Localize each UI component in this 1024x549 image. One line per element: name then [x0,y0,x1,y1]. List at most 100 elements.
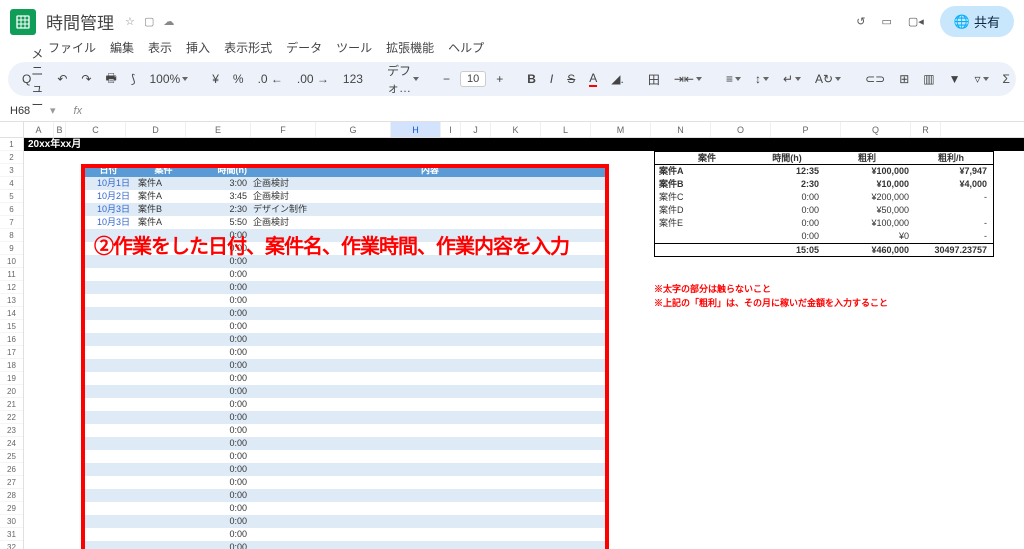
cell-project[interactable]: 案件A [136,190,191,203]
column-header-J[interactable]: J [461,122,491,137]
table-row[interactable]: 0:00 [81,281,609,294]
summary-row[interactable]: 案件B2:30¥10,000¥4,000 [655,178,993,191]
menu-view[interactable]: 表示 [148,39,172,56]
row-header-20[interactable]: 20 [0,385,23,398]
sum-cell-ph[interactable]: - [915,230,993,243]
row-header-18[interactable]: 18 [0,359,23,372]
table-row[interactable]: 0:00 [81,515,609,528]
cell-date[interactable] [81,268,136,281]
cell-date[interactable]: 10月3日 [81,216,136,229]
row-header-5[interactable]: 5 [0,190,23,203]
row-header-13[interactable]: 13 [0,294,23,307]
cell-content[interactable]: 企画検討 [251,216,609,229]
column-header-Q[interactable]: Q [841,122,911,137]
cell-date[interactable] [81,320,136,333]
table-row[interactable]: 0:00 [81,476,609,489]
link-button[interactable]: ⊂⊃ [861,72,889,86]
table-row[interactable]: 0:00 [81,346,609,359]
folder-icon[interactable]: ▢ [144,16,154,28]
cell-date[interactable] [81,385,136,398]
cell-time[interactable]: 0:00 [191,294,251,307]
more-formats[interactable]: 123 [339,72,367,86]
column-header-D[interactable]: D [126,122,186,137]
cell-project[interactable] [136,333,191,346]
cell-content[interactable] [251,476,609,489]
undo-button[interactable]: ↶ [53,72,71,86]
sum-cell-profit[interactable]: ¥50,000 [825,204,915,217]
table-row[interactable]: 0:00 [81,541,609,549]
cell-time[interactable]: 0:00 [191,489,251,502]
cell-time[interactable]: 0:00 [191,502,251,515]
row-header-30[interactable]: 30 [0,515,23,528]
cell-date[interactable] [81,463,136,476]
halign-button[interactable]: ≡ [722,72,745,86]
row-header-6[interactable]: 6 [0,203,23,216]
fill-color-button[interactable]: ◢. [607,72,628,86]
functions-button[interactable]: Σ [999,72,1014,86]
cell-content[interactable] [251,346,609,359]
wrap-button[interactable]: ↵ [779,72,805,86]
cell-time[interactable]: 0:00 [191,268,251,281]
table-row[interactable]: 0:00 [81,307,609,320]
cell-project[interactable] [136,307,191,320]
dec-increase-button[interactable]: .00 → [293,72,333,86]
cell-project[interactable] [136,437,191,450]
meet-icon[interactable]: ▢◂ [908,15,924,28]
cell-content[interactable] [251,320,609,333]
star-icon[interactable]: ☆ [125,16,135,28]
table-row[interactable]: 0:00 [81,333,609,346]
column-header-B[interactable]: B [54,122,66,137]
row-header-3[interactable]: 3 [0,164,23,177]
cell-content[interactable] [251,385,609,398]
table-row[interactable]: 0:00 [81,411,609,424]
cell-project[interactable] [136,268,191,281]
column-header-I[interactable]: I [441,122,461,137]
column-header-K[interactable]: K [491,122,541,137]
cell-content[interactable] [251,281,609,294]
cell-content[interactable] [251,294,609,307]
bold-button[interactable]: B [523,72,540,86]
cell-time[interactable]: 0:00 [191,320,251,333]
column-header-R[interactable]: R [911,122,941,137]
table-row[interactable]: 0:00 [81,489,609,502]
row-header-21[interactable]: 21 [0,398,23,411]
cell-time[interactable]: 3:45 [191,190,251,203]
cell-date[interactable] [81,294,136,307]
cell-time[interactable]: 0:00 [191,307,251,320]
cell-content[interactable] [251,450,609,463]
cell-project[interactable] [136,320,191,333]
table-row[interactable]: 0:00 [81,450,609,463]
table-row[interactable]: 10月3日案件A5:50企画検討 [81,216,609,229]
insert-chart-button[interactable]: ▥ [919,72,938,86]
filter-views-button[interactable]: ▿ [971,72,993,86]
cell-date[interactable]: 10月2日 [81,190,136,203]
document-title[interactable]: 時間管理 [46,9,114,34]
cell-content[interactable] [251,528,609,541]
cell-content[interactable]: デザイン制作 [251,203,609,216]
cell-date[interactable] [81,281,136,294]
sum-cell-ph[interactable]: - [915,217,993,230]
cell-date[interactable] [81,411,136,424]
cell-project[interactable]: 案件A [136,216,191,229]
italic-button[interactable]: I [546,72,557,86]
row-header-7[interactable]: 7 [0,216,23,229]
row-header-14[interactable]: 14 [0,307,23,320]
zoom-select[interactable]: 100% [146,72,193,86]
cell-time[interactable]: 0:00 [191,476,251,489]
cell-content[interactable] [251,463,609,476]
sum-cell-ph[interactable]: ¥4,000 [915,178,993,191]
cell-project[interactable] [136,398,191,411]
cell-time[interactable]: 0:00 [191,463,251,476]
cell-project[interactable] [136,463,191,476]
table-row[interactable]: 0:00 [81,463,609,476]
cell-time[interactable]: 0:00 [191,411,251,424]
menu-help[interactable]: ヘルプ [448,39,484,56]
column-header-A[interactable]: A [24,122,54,137]
sum-cell-profit[interactable]: ¥0 [825,230,915,243]
cell-time[interactable]: 0:00 [191,424,251,437]
cell-time[interactable]: 0:00 [191,385,251,398]
spreadsheet-grid[interactable]: ABCDEFGHIJKLMNOPQR 123456789101112131415… [0,122,1024,549]
cell-content[interactable] [251,489,609,502]
column-header-E[interactable]: E [186,122,251,137]
table-row[interactable]: 0:00 [81,268,609,281]
